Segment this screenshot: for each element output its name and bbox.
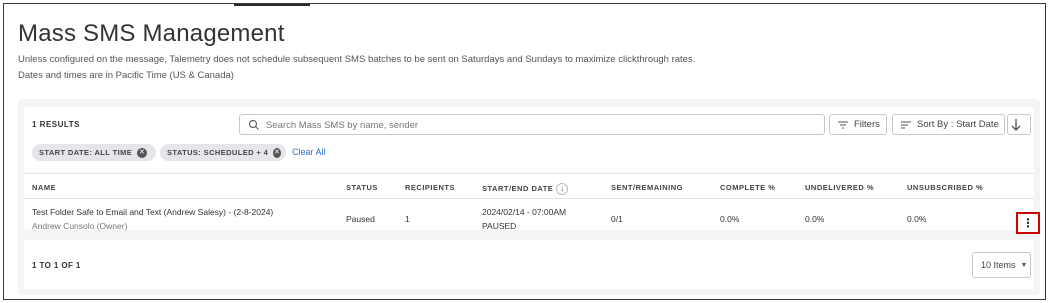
- column-header-start-end-date[interactable]: START/END DATE ↓: [482, 183, 569, 195]
- search-icon: [248, 119, 259, 130]
- filter-chip-status[interactable]: STATUS: SCHEDULED + 4 ✕: [160, 144, 286, 161]
- content-panel: 1 RESULTS Search Mass SMS by name, sende…: [18, 99, 1040, 295]
- row-start-date: 2024/02/14 - 07:00AM: [482, 207, 567, 217]
- column-header-name[interactable]: NAME: [32, 183, 56, 192]
- timezone-note: Dates and times are in Pacific Time (US …: [18, 70, 234, 81]
- column-header-complete[interactable]: COMPLETE %: [720, 183, 775, 192]
- row-sent-remaining: 0/1: [611, 214, 623, 224]
- row-complete: 0.0%: [720, 214, 740, 224]
- page-description: Unless configured on the message, Taleme…: [18, 54, 696, 65]
- column-header-status[interactable]: STATUS: [346, 183, 378, 192]
- clear-all-link[interactable]: Clear All: [292, 147, 326, 157]
- divider: [24, 198, 1034, 199]
- row-owner: Andrew Cunsolo (Owner): [32, 221, 128, 231]
- chevron-down-icon: ▼: [1020, 261, 1028, 269]
- row-status: Paused: [346, 214, 375, 224]
- page-title: Mass SMS Management: [18, 20, 285, 47]
- row-recipients: 1: [405, 214, 410, 224]
- filters-label: Filters: [854, 119, 880, 130]
- search-placeholder: Search Mass SMS by name, sender: [266, 120, 419, 131]
- row-undelivered: 0.0%: [805, 214, 825, 224]
- kebab-menu-icon: ⋮: [1022, 216, 1034, 230]
- filter-icon: [838, 121, 848, 128]
- remove-chip-icon[interactable]: ✕: [137, 147, 148, 158]
- filters-button[interactable]: Filters: [829, 114, 887, 135]
- pagination-bar: 1 TO 1 OF 1 10 Items ▼: [24, 240, 1034, 289]
- column-header-label: START/END DATE: [482, 183, 554, 193]
- sort-direction-button[interactable]: [1007, 114, 1031, 135]
- row-actions-button[interactable]: ⋮: [1016, 212, 1040, 234]
- column-header-unsubscribed[interactable]: UNSUBSCRIBED %: [907, 183, 983, 192]
- top-accent-bar: [234, 4, 310, 6]
- column-header-recipients[interactable]: RECIPIENTS: [405, 183, 455, 192]
- chip-label: START DATE: ALL TIME: [39, 148, 133, 157]
- results-card: 1 RESULTS Search Mass SMS by name, sende…: [24, 107, 1040, 234]
- sort-label: Sort By : Start Date: [917, 119, 999, 130]
- row-unsubscribed: 0.0%: [907, 214, 927, 224]
- divider: [24, 173, 1034, 174]
- page-size-select[interactable]: 10 Items ▼: [972, 252, 1031, 278]
- row-name-link[interactable]: Test Folder Safe to Email and Text (Andr…: [32, 207, 273, 217]
- column-header-sent-remaining[interactable]: SENT/REMAINING: [611, 183, 683, 192]
- arrow-down-icon: [1011, 118, 1021, 131]
- sort-icon: [901, 121, 911, 128]
- pagination-range: 1 TO 1 OF 1: [32, 261, 81, 270]
- page-size-value: 10 Items: [981, 260, 1016, 270]
- results-count: 1 RESULTS: [32, 120, 80, 129]
- remove-chip-icon[interactable]: ✕: [273, 147, 281, 158]
- column-header-undelivered[interactable]: UNDELIVERED %: [805, 183, 874, 192]
- sort-button[interactable]: Sort By : Start Date: [892, 114, 1005, 135]
- sort-desc-icon: ↓: [556, 183, 569, 195]
- search-input[interactable]: Search Mass SMS by name, sender: [239, 114, 825, 135]
- chip-label: STATUS: SCHEDULED + 4: [167, 148, 269, 157]
- filter-chip-start-date[interactable]: START DATE: ALL TIME ✕: [32, 144, 156, 161]
- main-window: Mass SMS Management Unless configured on…: [3, 3, 1046, 300]
- row-end-state: PAUSED: [482, 221, 517, 231]
